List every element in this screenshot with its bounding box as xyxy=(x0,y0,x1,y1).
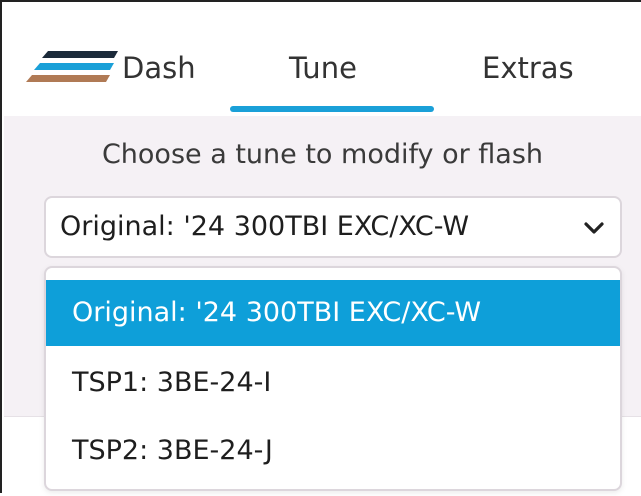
chevron-down-icon[interactable] xyxy=(582,216,606,240)
logo-icon xyxy=(26,51,118,82)
tune-option-original[interactable]: Original: '24 300TBI EXC/XC-W xyxy=(46,280,620,346)
tune-option-tsp1[interactable]: TSP1: 3BE-24-I xyxy=(46,350,620,416)
tab-dash[interactable]: Dash xyxy=(122,50,196,86)
tune-select-value: Original: '24 300TBI EXC/XC-W xyxy=(60,211,470,242)
instruction-text: Choose a tune to modify or flash xyxy=(101,139,544,170)
app-window: Dash Tune Extras Choose a tune to modify… xyxy=(0,0,641,496)
tune-select[interactable]: Original: '24 300TBI EXC/XC-W xyxy=(44,196,622,258)
tune-option-tsp2[interactable]: TSP2: 3BE-24-J xyxy=(46,418,620,484)
tab-tune[interactable]: Tune xyxy=(289,50,357,86)
tune-dropdown-menu: Original: '24 300TBI EXC/XC-W TSP1: 3BE-… xyxy=(44,266,622,491)
active-tab-indicator xyxy=(230,106,434,112)
tab-extras[interactable]: Extras xyxy=(482,50,574,86)
